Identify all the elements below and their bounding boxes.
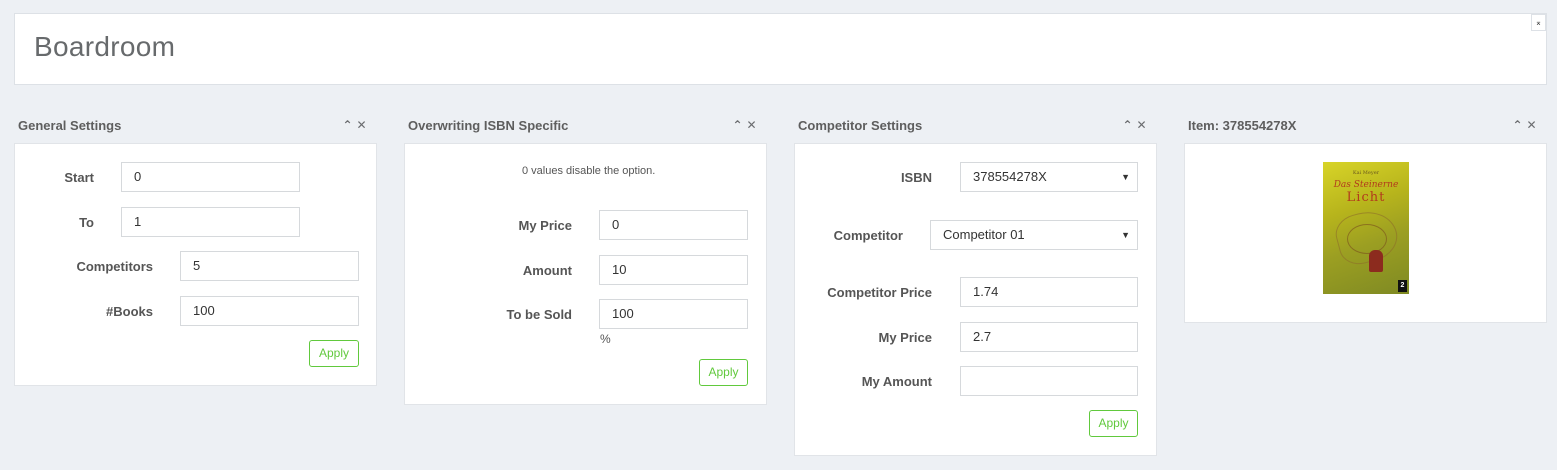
cover-figure — [1369, 250, 1383, 272]
item-panel: Kai Meyer Das Steinerne Licht 2 — [1184, 143, 1547, 323]
my-amount-input[interactable] — [960, 366, 1138, 396]
competitor-price-label: Competitor Price — [827, 285, 932, 300]
competitor-select[interactable]: Competitor 01 ▼ — [930, 220, 1138, 250]
page-title: Boardroom — [34, 31, 176, 62]
books-input[interactable]: 100 — [180, 296, 359, 326]
cover-title-line2: Licht — [1346, 190, 1386, 205]
chevron-up-icon[interactable]: ⌃ — [1512, 118, 1526, 132]
general-settings-panel: Start 0 To 1 Competitors 5 #Books 100 Ap… — [14, 143, 377, 386]
chevron-up-icon[interactable]: ⌃ — [1122, 118, 1136, 132]
caret-down-icon: ▼ — [1121, 230, 1130, 240]
cover-illustration — [1347, 224, 1387, 254]
my-price-label: My Price — [878, 330, 932, 345]
competitor-label: Competitor — [833, 228, 903, 243]
isbn-sold-label: To be Sold — [506, 307, 572, 322]
chevron-up-icon[interactable]: ⌃ — [732, 118, 746, 132]
close-icon[interactable]: ✕ — [1136, 118, 1150, 132]
start-input[interactable]: 0 — [121, 162, 300, 192]
cover-title-line1: Das Steinerne — [1333, 180, 1399, 190]
isbn-select[interactable]: 378554278X ▼ — [960, 162, 1138, 192]
start-label: Start — [64, 170, 94, 185]
isbn-amount-label: Amount — [522, 263, 572, 278]
my-amount-label: My Amount — [861, 374, 932, 389]
to-input[interactable]: 1 — [121, 207, 300, 237]
book-cover-image: Kai Meyer Das Steinerne Licht 2 — [1323, 162, 1409, 294]
isbn-select-value: 378554278X — [973, 169, 1047, 184]
isbn-sold-input[interactable]: 100 — [599, 299, 748, 329]
isbn-my-price-label: My Price — [518, 218, 572, 233]
competitors-input[interactable]: 5 — [180, 251, 359, 281]
header-collapse-icon[interactable]: ⌅ — [1531, 14, 1546, 31]
my-price-input[interactable]: 2.7 — [960, 322, 1138, 352]
competitor-select-value: Competitor 01 — [943, 227, 1025, 242]
caret-down-icon: ▼ — [1121, 172, 1130, 182]
books-label: #Books — [106, 304, 153, 319]
publisher-logo: 2 — [1398, 280, 1407, 292]
competitor-settings-panel: ISBN 378554278X ▼ Competitor Competitor … — [794, 143, 1157, 456]
close-icon[interactable]: ✕ — [356, 118, 370, 132]
isbn-amount-input[interactable]: 10 — [599, 255, 748, 285]
competitor-settings-title: Competitor Settings — [798, 118, 923, 133]
close-icon[interactable]: ✕ — [746, 118, 760, 132]
general-settings-title: General Settings — [18, 118, 122, 133]
percent-suffix: % — [600, 332, 611, 346]
item-tools: ⌃✕ — [1512, 118, 1540, 132]
isbn-specific-panel: 0 values disable the option. My Price 0 … — [404, 143, 767, 405]
isbn-specific-note: 0 values disable the option. — [522, 165, 656, 177]
competitor-price-input[interactable]: 1.74 — [960, 277, 1138, 307]
item-title: Item: 378554278X — [1188, 118, 1297, 133]
isbn-specific-title: Overwriting ISBN Specific — [408, 118, 569, 133]
chevron-up-icon[interactable]: ⌃ — [342, 118, 356, 132]
competitor-apply-button[interactable]: Apply — [1089, 410, 1138, 437]
general-settings-tools: ⌃✕ — [342, 118, 370, 132]
competitors-label: Competitors — [76, 259, 153, 274]
cover-author: Kai Meyer — [1352, 170, 1380, 176]
competitor-settings-tools: ⌃✕ — [1122, 118, 1150, 132]
page-header: Boardroom ⌅ — [14, 13, 1547, 85]
isbn-my-price-input[interactable]: 0 — [599, 210, 748, 240]
isbn-specific-tools: ⌃✕ — [732, 118, 760, 132]
isbn-apply-button[interactable]: Apply — [699, 359, 748, 386]
to-label: To — [79, 215, 94, 230]
close-icon[interactable]: ✕ — [1526, 118, 1540, 132]
general-apply-button[interactable]: Apply — [309, 340, 359, 367]
isbn-label: ISBN — [900, 170, 932, 185]
